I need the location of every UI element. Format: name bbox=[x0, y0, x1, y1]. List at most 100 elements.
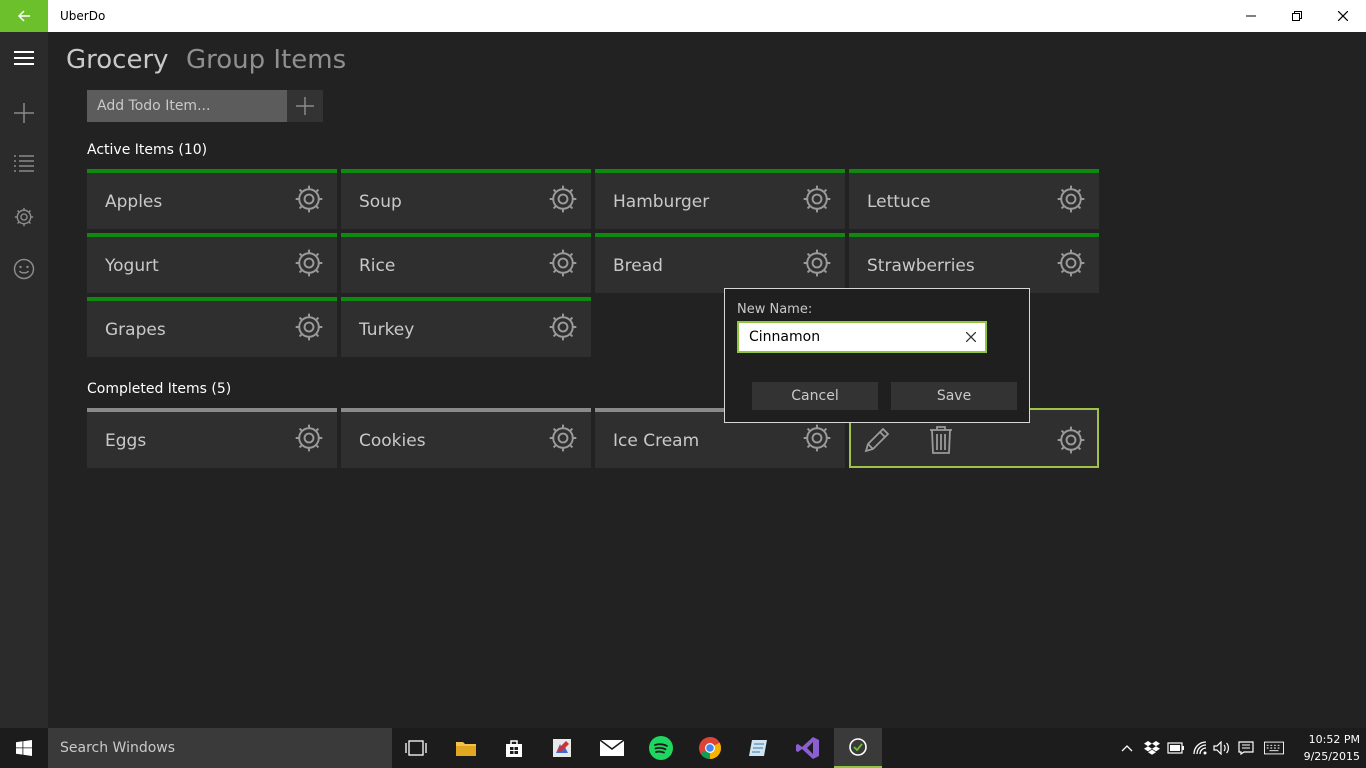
gear-icon bbox=[295, 249, 323, 277]
gear-icon bbox=[803, 185, 831, 213]
clear-input-button[interactable] bbox=[961, 327, 981, 347]
item-settings-button[interactable] bbox=[1053, 245, 1089, 281]
todo-item-label: Lettuce bbox=[867, 192, 931, 212]
close-icon bbox=[966, 332, 976, 342]
item-settings-button[interactable] bbox=[799, 420, 835, 456]
app-window: UberDo Grocery Group Items Add Todo Item… bbox=[0, 0, 1366, 768]
cancel-button[interactable]: Cancel bbox=[752, 382, 878, 410]
rename-dialog: New Name: Cancel Save bbox=[724, 288, 1030, 423]
menu-button[interactable] bbox=[0, 34, 48, 82]
gear-icon bbox=[549, 185, 577, 213]
spotify-button[interactable] bbox=[637, 728, 685, 768]
status-bar bbox=[341, 233, 591, 237]
item-settings-button[interactable] bbox=[545, 245, 581, 281]
todo-item-tile[interactable]: Grapes bbox=[87, 297, 337, 357]
paint-app-button[interactable] bbox=[538, 728, 586, 768]
todo-item-tile[interactable]: Turkey bbox=[341, 297, 591, 357]
todo-item-tile[interactable]: Cookies bbox=[341, 408, 591, 468]
action-center-tray-icon[interactable] bbox=[1236, 738, 1256, 758]
new-name-label: New Name: bbox=[737, 302, 813, 317]
volume-tray-icon[interactable] bbox=[1212, 738, 1232, 758]
add-list-button[interactable] bbox=[0, 89, 48, 137]
add-todo-button[interactable] bbox=[287, 90, 323, 122]
new-name-field-wrap bbox=[737, 321, 987, 353]
file-explorer-button[interactable] bbox=[442, 728, 490, 768]
app-title: UberDo bbox=[60, 9, 106, 23]
todo-item-label: Bread bbox=[613, 256, 663, 276]
item-settings-button[interactable] bbox=[1053, 181, 1089, 217]
keyboard-tray-icon[interactable] bbox=[1264, 738, 1284, 758]
item-settings-button[interactable] bbox=[1053, 422, 1089, 458]
spotify-icon bbox=[649, 736, 673, 760]
minimize-icon bbox=[1246, 15, 1256, 17]
windows-logo-icon bbox=[16, 740, 32, 756]
todo-item-tile[interactable]: Lettuce bbox=[849, 169, 1099, 229]
visual-studio-button[interactable] bbox=[784, 728, 832, 768]
back-button[interactable] bbox=[0, 0, 48, 32]
todo-item-tile[interactable]: Eggs bbox=[87, 408, 337, 468]
todo-item-label: Hamburger bbox=[613, 192, 710, 212]
item-settings-button[interactable] bbox=[545, 309, 581, 345]
network-tray-icon[interactable] bbox=[1190, 738, 1210, 758]
back-arrow-icon bbox=[17, 10, 30, 22]
todo-item-tile[interactable]: Hamburger bbox=[595, 169, 845, 229]
nav-rail bbox=[0, 32, 48, 728]
todo-item-tile[interactable]: Strawberries bbox=[849, 233, 1099, 293]
gear-icon bbox=[295, 185, 323, 213]
feedback-button[interactable] bbox=[0, 245, 48, 293]
gear-icon bbox=[14, 207, 34, 227]
minimize-button[interactable] bbox=[1228, 0, 1274, 32]
add-todo-input[interactable] bbox=[87, 90, 287, 122]
start-button[interactable] bbox=[0, 728, 48, 768]
chrome-button[interactable] bbox=[686, 728, 734, 768]
gear-icon bbox=[803, 249, 831, 277]
item-settings-button[interactable] bbox=[545, 420, 581, 456]
uberdo-taskbar-button[interactable] bbox=[834, 728, 882, 768]
visual-studio-icon bbox=[796, 737, 819, 759]
todo-item-tile[interactable]: Rice bbox=[341, 233, 591, 293]
app-button[interactable] bbox=[735, 728, 783, 768]
status-bar bbox=[341, 408, 591, 412]
store-button[interactable] bbox=[490, 728, 538, 768]
taskbar: Search Windows 10:52 PM 9/25/2015 bbox=[0, 728, 1366, 768]
tray-overflow-button[interactable] bbox=[1117, 738, 1137, 758]
mail-button[interactable] bbox=[588, 728, 636, 768]
taskbar-search[interactable]: Search Windows bbox=[48, 728, 392, 768]
todo-item-tile[interactable]: Apples bbox=[87, 169, 337, 229]
save-button[interactable]: Save bbox=[891, 382, 1017, 410]
item-settings-button[interactable] bbox=[799, 181, 835, 217]
item-settings-button[interactable] bbox=[291, 181, 327, 217]
taskbar-clock[interactable]: 10:52 PM 9/25/2015 bbox=[1290, 731, 1360, 765]
notifications-icon bbox=[1238, 741, 1254, 755]
todo-item-tile[interactable]: Yogurt bbox=[87, 233, 337, 293]
edit-item-button[interactable] bbox=[859, 422, 895, 458]
todo-item-tile[interactable]: Soup bbox=[341, 169, 591, 229]
new-name-input[interactable] bbox=[739, 323, 955, 351]
item-settings-button[interactable] bbox=[799, 245, 835, 281]
battery-tray-icon[interactable] bbox=[1166, 738, 1186, 758]
status-bar bbox=[849, 169, 1099, 173]
lists-button[interactable] bbox=[0, 140, 48, 188]
page-title: Grocery bbox=[66, 45, 169, 75]
settings-button[interactable] bbox=[0, 193, 48, 241]
store-icon bbox=[506, 740, 522, 757]
todo-item-label: Cookies bbox=[359, 431, 426, 451]
completed-items-heading: Completed Items (5) bbox=[87, 381, 232, 397]
close-icon bbox=[1338, 11, 1348, 21]
item-settings-button[interactable] bbox=[291, 245, 327, 281]
task-view-button[interactable] bbox=[392, 728, 440, 768]
item-settings-button[interactable] bbox=[291, 309, 327, 345]
restore-button[interactable] bbox=[1274, 0, 1320, 32]
dropbox-tray-icon[interactable] bbox=[1142, 738, 1162, 758]
plus-icon bbox=[14, 103, 34, 123]
status-bar bbox=[595, 169, 845, 173]
delete-item-button[interactable] bbox=[923, 422, 959, 458]
clock-date: 9/25/2015 bbox=[1303, 750, 1360, 763]
todo-item-tile[interactable]: Bread bbox=[595, 233, 845, 293]
item-settings-button[interactable] bbox=[291, 420, 327, 456]
group-items-link[interactable]: Group Items bbox=[186, 40, 346, 80]
chevron-up-icon bbox=[1121, 745, 1133, 752]
item-settings-button[interactable] bbox=[545, 181, 581, 217]
list-icon bbox=[14, 155, 34, 172]
close-button[interactable] bbox=[1320, 0, 1366, 32]
